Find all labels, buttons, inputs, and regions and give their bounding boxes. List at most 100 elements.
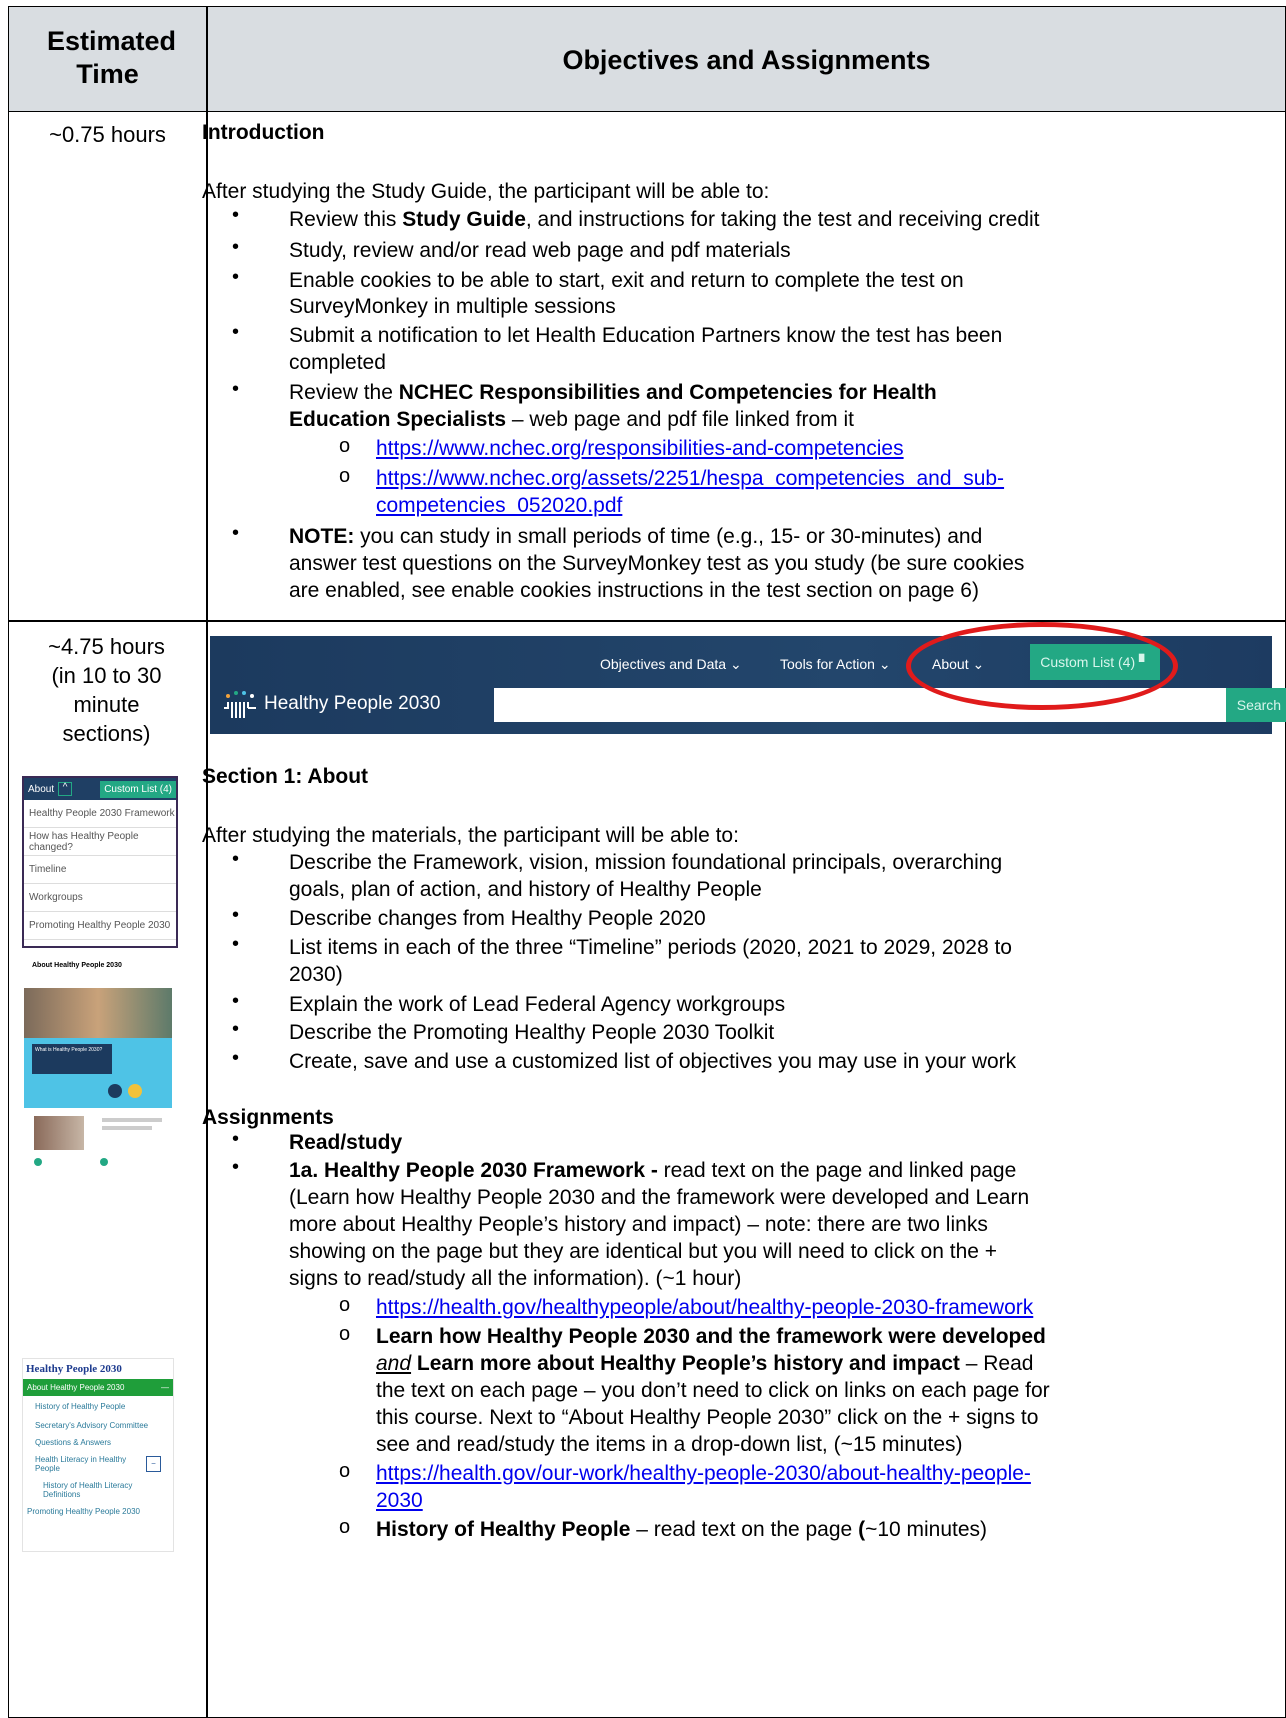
bullet: • bbox=[232, 933, 240, 955]
list-item-cont: showing on the page but they are identic… bbox=[289, 1240, 998, 1263]
sub-bullet: o bbox=[339, 435, 351, 457]
list-item: Review this Study Guide, and instruction… bbox=[289, 208, 1040, 231]
time-section1: ~4.75 hours (in 10 to 30 minute sections… bbox=[48, 634, 165, 746]
sub-bullet: o bbox=[339, 1323, 351, 1345]
bullet: • bbox=[232, 321, 240, 343]
list-item-cont: see and read/study the items in a drop-d… bbox=[376, 1433, 963, 1456]
list-item-cont: signs to read/study all the information)… bbox=[289, 1267, 742, 1290]
thumb-blue-panel: What is Healthy People 2030? bbox=[24, 1038, 172, 1108]
list-item: List items in each of the three “Timelin… bbox=[289, 936, 1012, 959]
list-item: Submit a notification to let Health Educ… bbox=[289, 324, 1003, 347]
column-divider bbox=[206, 7, 208, 1717]
nchec-link[interactable]: https://www.nchec.org/responsibilities-a… bbox=[376, 436, 904, 461]
sub-bullet: o bbox=[339, 1294, 351, 1316]
thumb-circle bbox=[108, 1084, 122, 1098]
thumb-about-bar: About ^ Custom List (4) bbox=[24, 778, 176, 800]
bullet: • bbox=[232, 204, 240, 226]
about-hp-link[interactable]: https://health.gov/our-work/healthy-peop… bbox=[376, 1461, 1031, 1486]
list-item: Create, save and use a customized list o… bbox=[289, 1050, 1017, 1073]
table-header: Estimated Time Objectives and Assignment… bbox=[9, 7, 1285, 112]
list-item-cont: SurveyMonkey in multiple sessions bbox=[289, 295, 616, 318]
thumb-dot bbox=[34, 1158, 42, 1166]
thumb-menu-item: Promoting Healthy People 2030 bbox=[24, 912, 176, 940]
chevron-down-icon: ⌄ bbox=[729, 656, 742, 672]
list-item-cont: answer test questions on the SurveyMonke… bbox=[289, 552, 1025, 575]
row-divider bbox=[9, 620, 1285, 622]
list-item-cont: 2030) bbox=[289, 963, 343, 986]
thumb-menu-item: Healthy People 2030 Framework bbox=[24, 800, 176, 828]
about-hp-link-cont[interactable]: 2030 bbox=[376, 1488, 423, 1513]
hp-logo: Healthy People 2030 bbox=[222, 688, 440, 720]
intro-lead: After studying the Study Guide, the part… bbox=[202, 180, 770, 203]
thumb-photo bbox=[24, 988, 172, 1044]
list-item: Enable cookies to be able to start, exit… bbox=[289, 269, 964, 292]
list-item: Study, review and/or read web page and p… bbox=[289, 239, 791, 262]
list-item: 1a. Healthy People 2030 Framework - read… bbox=[289, 1159, 1017, 1182]
bullet: • bbox=[232, 378, 240, 400]
about-menu-thumbnail: About ^ Custom List (4) Healthy People 2… bbox=[22, 776, 178, 948]
list-item: Describe changes from Healthy People 202… bbox=[289, 907, 706, 930]
bullet: • bbox=[232, 904, 240, 926]
thumb-nav-row: Health Literacy in Healthy People − bbox=[23, 1451, 173, 1477]
sub-bullet: o bbox=[339, 1516, 351, 1538]
list-item: Describe the Framework, vision, mission … bbox=[289, 851, 1003, 874]
list-item: Learn how Healthy People 2030 and the fr… bbox=[376, 1325, 1046, 1348]
bullet: • bbox=[232, 266, 240, 288]
nchec-pdf-link-cont[interactable]: competencies_052020.pdf bbox=[376, 493, 622, 518]
thumb-dot bbox=[100, 1158, 108, 1166]
section-lead: After studying the materials, the partic… bbox=[202, 824, 739, 847]
thumb-circle bbox=[128, 1084, 142, 1098]
list-item: Describe the Promoting Healthy People 20… bbox=[289, 1021, 775, 1044]
bullet: • bbox=[232, 1047, 240, 1069]
thumb-photo-small bbox=[34, 1116, 84, 1150]
highlight-ring bbox=[906, 622, 1178, 710]
thumb-nav-active: About Healthy People 2030— bbox=[23, 1379, 173, 1396]
list-item-cont: are enabled, see enable cookies instruct… bbox=[289, 579, 979, 602]
list-item: NOTE: you can study in small periods of … bbox=[289, 525, 983, 548]
list-item-cont: Education Specialists – web page and pdf… bbox=[289, 408, 854, 431]
bullet: • bbox=[232, 848, 240, 870]
list-item: Read/study bbox=[289, 1131, 403, 1154]
thumb-menu-item: Workgroups bbox=[24, 884, 176, 912]
sub-bullet: o bbox=[339, 465, 351, 487]
sub-bullet: o bbox=[339, 1460, 351, 1482]
list-item: History of Healthy People – read text on… bbox=[376, 1518, 988, 1541]
list-item-cont: more about Healthy People’s history and … bbox=[289, 1213, 988, 1236]
nchec-pdf-link[interactable]: https://www.nchec.org/assets/2251/hespa_… bbox=[376, 466, 1004, 491]
search-button[interactable]: Search ⚲ bbox=[1226, 688, 1286, 722]
about-page-thumbnail: About Healthy People 2030 What is Health… bbox=[22, 962, 174, 1180]
bullet: • bbox=[232, 990, 240, 1012]
minus-icon: — bbox=[161, 1383, 169, 1392]
list-item-cont: and Learn more about Healthy People’s hi… bbox=[376, 1352, 1034, 1375]
bullet: • bbox=[232, 1156, 240, 1178]
side-nav-thumbnail: Healthy People 2030 About Healthy People… bbox=[22, 1358, 174, 1552]
chevron-up-icon: ^ bbox=[58, 782, 73, 796]
header-objectives: Objectives and Assignments bbox=[562, 45, 931, 75]
thumb-menu-item: Timeline bbox=[24, 856, 176, 884]
nav-tools[interactable]: Tools for Action ⌄ bbox=[780, 656, 891, 673]
bullet: • bbox=[232, 522, 240, 544]
thumb-line bbox=[102, 1118, 162, 1122]
minus-icon: − bbox=[145, 1456, 161, 1472]
chevron-down-icon: ⌄ bbox=[878, 656, 891, 672]
bullet: • bbox=[232, 236, 240, 258]
hp-logo-icon bbox=[224, 691, 256, 718]
list-item: Review the NCHEC Responsibilities and Co… bbox=[289, 381, 937, 404]
bullet: • bbox=[232, 1018, 240, 1040]
list-item-cont: completed bbox=[289, 351, 386, 374]
section-title: Section 1: About bbox=[202, 765, 369, 788]
time-intro: ~0.75 hours bbox=[49, 122, 166, 147]
assignments-title: Assignments bbox=[202, 1106, 334, 1129]
list-item: Explain the work of Lead Federal Agency … bbox=[289, 993, 786, 1016]
list-item-cont: the text on each page – you don’t need t… bbox=[376, 1379, 1050, 1402]
header-estimated-time: Estimated Time bbox=[47, 26, 177, 89]
list-item-cont: (Learn how Healthy People 2030 and the f… bbox=[289, 1186, 1030, 1209]
bullet: • bbox=[232, 1128, 240, 1150]
list-item-cont: goals, plan of action, and history of He… bbox=[289, 878, 762, 901]
framework-link[interactable]: https://health.gov/healthypeople/about/h… bbox=[376, 1295, 1033, 1320]
intro-title: Introduction bbox=[202, 121, 325, 144]
list-item-cont: this course. Next to “About Healthy Peop… bbox=[376, 1406, 1039, 1429]
nav-objectives[interactable]: Objectives and Data ⌄ bbox=[600, 656, 742, 673]
thumb-menu-item: How has Healthy People changed? bbox=[24, 828, 176, 856]
thumb-line bbox=[102, 1126, 152, 1130]
